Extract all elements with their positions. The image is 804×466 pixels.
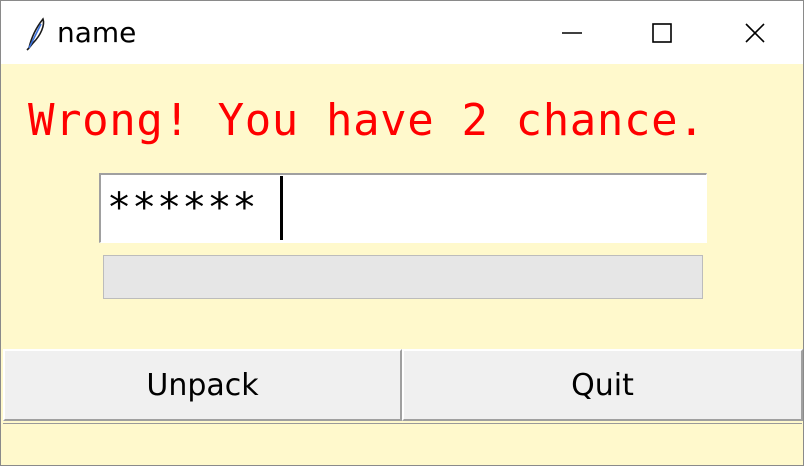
- minimize-button[interactable]: [527, 1, 617, 64]
- app-window: name Wrong! You have 2 chance. ****** Un…: [0, 0, 804, 466]
- maximize-icon: [652, 22, 672, 43]
- quit-button[interactable]: Quit: [402, 349, 803, 421]
- title-bar[interactable]: name: [1, 1, 803, 64]
- maximize-button[interactable]: [617, 1, 707, 64]
- feather-icon: [26, 17, 45, 51]
- text-caret: [280, 176, 283, 240]
- window-title: name: [57, 16, 137, 49]
- progress-bar: [103, 255, 703, 299]
- password-value: ******: [107, 185, 258, 231]
- password-input[interactable]: ******: [99, 173, 707, 243]
- close-button[interactable]: [710, 1, 800, 64]
- minimize-icon: [562, 31, 582, 34]
- bottom-frame: [3, 423, 802, 465]
- unpack-button[interactable]: Unpack: [3, 349, 402, 421]
- close-icon: [745, 22, 765, 43]
- status-message: Wrong! You have 2 chance.: [28, 95, 706, 146]
